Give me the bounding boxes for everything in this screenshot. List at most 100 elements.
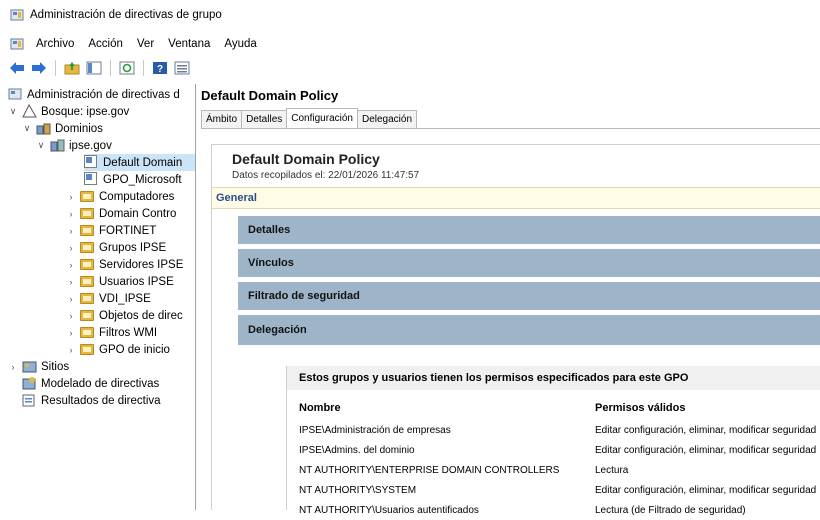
chevron-right-icon[interactable]: › xyxy=(66,345,76,355)
tree-item-starter-gpos[interactable]: › GPO de inicio xyxy=(66,341,170,358)
section-filtrado[interactable]: Filtrado de seguridad xyxy=(238,282,820,310)
chevron-right-icon[interactable]: › xyxy=(66,243,76,253)
refresh-icon[interactable] xyxy=(118,59,136,77)
results-icon xyxy=(22,393,37,408)
up-folder-icon[interactable] xyxy=(63,59,81,77)
section-vinculos[interactable]: Vínculos xyxy=(238,249,820,277)
row-name: NT AUTHORITY\SYSTEM xyxy=(299,484,417,496)
tree-forest-label: Bosque: ipse.gov xyxy=(41,105,130,118)
tab-configuracion[interactable]: Configuración xyxy=(286,108,358,128)
help-icon[interactable]: ? xyxy=(151,59,169,77)
row-name: IPSE\Administración de empresas xyxy=(299,424,451,436)
tree-item-label: Usuarios IPSE xyxy=(99,275,174,288)
tab-ambito[interactable]: Ámbito xyxy=(201,110,243,128)
tab-strip: Ámbito Detalles Configuración Delegación xyxy=(201,108,418,128)
chevron-right-icon[interactable]: › xyxy=(66,260,76,270)
delegation-heading: Estos grupos y usuarios tienen los permi… xyxy=(287,366,820,390)
tree-item-label: GPO de inicio xyxy=(99,343,170,356)
delegation-content: Estos grupos y usuarios tienen los permi… xyxy=(286,366,820,516)
forward-icon[interactable] xyxy=(30,59,48,77)
gpo-link-icon xyxy=(84,172,99,187)
chevron-down-icon[interactable]: ∨ xyxy=(22,123,32,134)
chevron-right-icon[interactable]: › xyxy=(66,328,76,338)
tree-item-label: Servidores IPSE xyxy=(99,258,184,271)
tree-item-default-domain[interactable]: Default Domain xyxy=(84,154,195,171)
tree-domain-label: ipse.gov xyxy=(69,139,112,152)
domains-icon xyxy=(36,121,51,136)
properties-icon[interactable] xyxy=(173,59,191,77)
menu-accion[interactable]: Acción xyxy=(86,38,125,50)
ou-folder-icon xyxy=(80,291,95,306)
chevron-down-icon[interactable]: ∨ xyxy=(8,106,18,117)
domain-icon xyxy=(50,138,65,153)
gpmc-icon xyxy=(8,87,23,102)
chevron-right-icon[interactable]: › xyxy=(66,226,76,236)
forest-icon xyxy=(22,103,37,119)
tree-gp-results[interactable]: Resultados de directiva xyxy=(22,392,161,409)
chevron-right-icon[interactable]: › xyxy=(66,294,76,304)
tree-item-gpo-objects[interactable]: › Objetos de direc xyxy=(66,307,183,324)
menu-ayuda[interactable]: Ayuda xyxy=(222,38,258,50)
tab-detalles[interactable]: Detalles xyxy=(241,110,288,128)
tree-item-vdi-ipse[interactable]: › VDI_IPSE xyxy=(66,290,151,307)
tree-item-servidores-ipse[interactable]: › Servidores IPSE xyxy=(66,256,184,273)
tree-item-label: Computadores xyxy=(99,190,175,203)
tree-item-wmi-filters[interactable]: › Filtros WMI xyxy=(66,324,158,341)
tab-delegacion[interactable]: Delegación xyxy=(356,110,418,128)
tree-item-gpo-microsoft[interactable]: GPO_Microsoft xyxy=(84,171,182,188)
tree-item-label: Objetos de direc xyxy=(99,309,183,322)
tree-domains[interactable]: ∨ Dominios xyxy=(22,120,103,137)
tree-gp-modeling[interactable]: Modelado de directivas xyxy=(22,375,159,392)
tree-item-label: Grupos IPSE xyxy=(99,241,167,254)
tree-item-domain-controllers[interactable]: › Domain Contro xyxy=(66,205,177,222)
row-permission: Editar configuración, eliminar, modifica… xyxy=(595,424,817,436)
table-row: NT AUTHORITY\ENTERPRISE DOMAIN CONTROLLE… xyxy=(299,460,820,480)
toolbar-separator xyxy=(55,60,56,76)
section-delegacion[interactable]: Delegación xyxy=(238,315,820,345)
modeling-icon xyxy=(22,376,37,391)
chevron-right-icon[interactable]: › xyxy=(66,311,76,321)
row-name: NT AUTHORITY\Usuarios autentificados xyxy=(299,504,479,516)
general-section-header[interactable]: General xyxy=(212,187,820,209)
tree-domain-ipse[interactable]: ∨ ipse.gov xyxy=(36,137,112,154)
row-permission: Editar configuración, eliminar, modifica… xyxy=(595,484,817,496)
tree-item-label: Domain Contro xyxy=(99,207,177,220)
table-row: IPSE\Admins. del dominio Editar configur… xyxy=(299,440,820,460)
tree-item-label: FORTINET xyxy=(99,224,157,237)
back-icon[interactable] xyxy=(8,59,26,77)
row-permission: Lectura xyxy=(595,464,629,476)
settings-report: Default Domain Policy Datos recopilados … xyxy=(211,144,820,516)
tree-root[interactable]: Administración de directivas d xyxy=(8,86,180,103)
menu-bar: Archivo Acción Ver Ventana Ayuda xyxy=(0,34,820,54)
chevron-right-icon[interactable]: › xyxy=(66,209,76,219)
row-permission: Lectura (de Filtrado de seguridad) xyxy=(595,504,746,516)
tree-item-label: VDI_IPSE xyxy=(99,292,151,305)
chevron-down-icon[interactable]: ∨ xyxy=(36,140,46,151)
tree-domains-label: Dominios xyxy=(55,122,103,135)
menu-ventana[interactable]: Ventana xyxy=(166,38,212,50)
report-title: Default Domain Policy xyxy=(232,151,380,167)
section-detalles[interactable]: Detalles xyxy=(238,216,820,244)
tree-item-computadores[interactable]: › Computadores xyxy=(66,188,175,205)
system-menu-icon[interactable] xyxy=(10,37,24,51)
ou-folder-icon xyxy=(80,257,95,272)
details-pane: Default Domain Policy Ámbito Detalles Co… xyxy=(197,84,820,516)
table-header: Nombre Permisos válidos xyxy=(299,398,820,418)
tree-item-grupos-ipse[interactable]: › Grupos IPSE xyxy=(66,239,167,256)
sites-icon xyxy=(22,359,37,374)
tree-item-usuarios-ipse[interactable]: › Usuarios IPSE xyxy=(66,273,174,290)
tree-root-label: Administración de directivas d xyxy=(27,88,180,101)
tree-forest[interactable]: ∨ Bosque: ipse.gov xyxy=(8,103,129,120)
tree-item-fortinet[interactable]: › FORTINET xyxy=(66,222,157,239)
tree-sites[interactable]: › Sitios xyxy=(8,358,69,375)
chevron-right-icon[interactable]: › xyxy=(66,277,76,287)
chevron-right-icon[interactable]: › xyxy=(8,362,18,372)
starter-gpo-icon xyxy=(80,342,95,357)
show-tree-icon[interactable] xyxy=(85,59,103,77)
row-permission: Editar configuración, eliminar, modifica… xyxy=(595,444,817,456)
pane-title: Default Domain Policy xyxy=(201,88,339,103)
menu-ver[interactable]: Ver xyxy=(135,38,156,50)
menu-archivo[interactable]: Archivo xyxy=(34,38,76,50)
table-row: NT AUTHORITY\Usuarios autentificados Lec… xyxy=(299,500,820,520)
chevron-right-icon[interactable]: › xyxy=(66,192,76,202)
